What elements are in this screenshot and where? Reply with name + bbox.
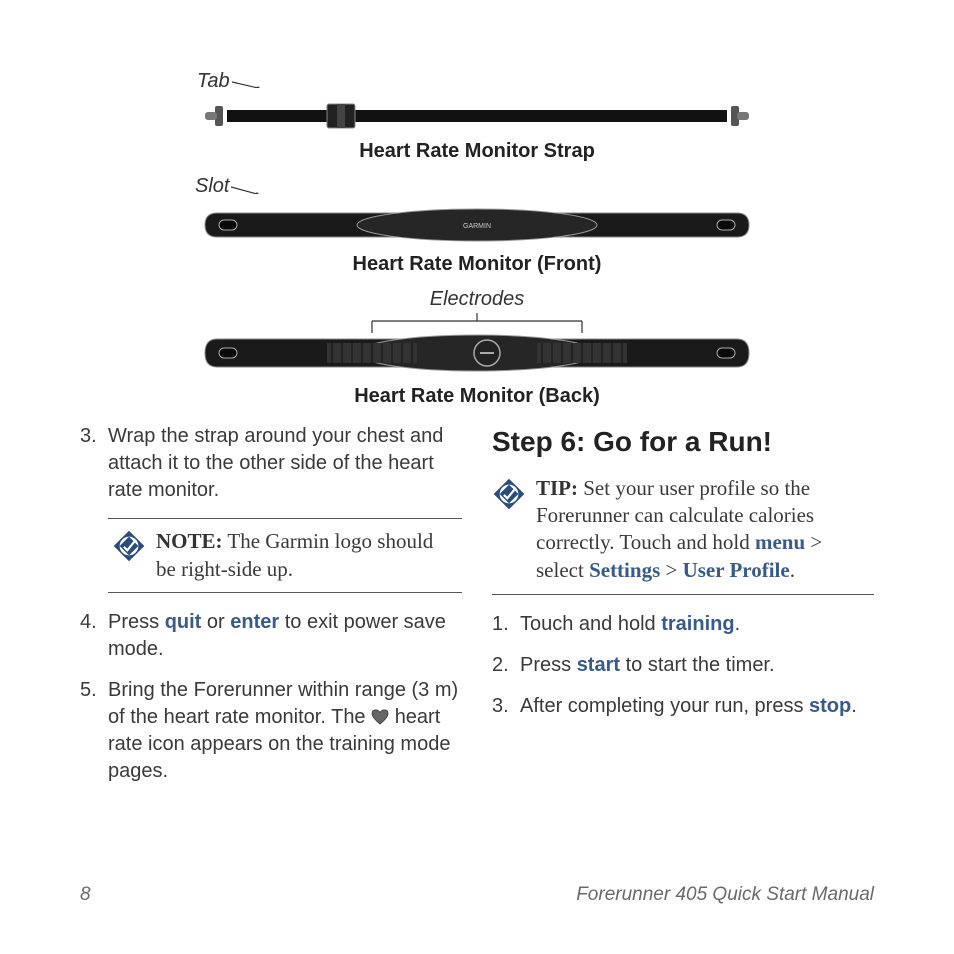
- strap-caption: Heart Rate Monitor Strap: [97, 140, 857, 163]
- diagram-section: Tab Heart Rate Monitor Strap Slot GARMIN…: [97, 70, 857, 408]
- step-3: 3. Wrap the strap around your chest and …: [80, 423, 462, 504]
- step-text: Touch and hold training.: [520, 611, 874, 638]
- tip-badge-icon: [492, 477, 526, 511]
- kw-quit: quit: [165, 611, 202, 633]
- step-text: Press quit or enter to exit power save m…: [108, 609, 462, 663]
- step-5: 5. Bring the Forerunner within range (3 …: [80, 677, 462, 785]
- step-number: 1.: [492, 611, 520, 638]
- front-illustration: GARMIN: [197, 201, 757, 249]
- note-content: NOTE: The Garmin logo should be right-si…: [156, 527, 458, 584]
- page-footer: 8 Forerunner 405 Quick Start Manual: [80, 884, 874, 906]
- kw-settings: Settings: [589, 558, 660, 582]
- step-text: After completing your run, press stop.: [520, 693, 874, 720]
- step-2: 2. Press start to start the timer.: [492, 652, 874, 679]
- back-caption: Heart Rate Monitor (Back): [97, 385, 857, 408]
- kw-user-profile: User Profile: [683, 558, 790, 582]
- step-number: 4.: [80, 609, 108, 663]
- step-number: 3.: [80, 423, 108, 504]
- step-text: Bring the Forerunner within range (3 m) …: [108, 677, 462, 785]
- slot-label: Slot: [195, 175, 229, 198]
- manual-title: Forerunner 405 Quick Start Manual: [576, 884, 874, 906]
- step-text: Wrap the strap around your chest and att…: [108, 423, 462, 504]
- strap-illustration: [197, 96, 757, 136]
- step-text: Press start to start the timer.: [520, 652, 874, 679]
- step-number: 3.: [492, 693, 520, 720]
- kw-stop: stop: [809, 695, 851, 717]
- kw-start: start: [577, 654, 620, 676]
- tip-box: TIP: Set your user profile so the Foreru…: [492, 471, 874, 595]
- front-diagram: Slot GARMIN Heart Rate Monitor (Front): [97, 175, 857, 276]
- step6-heading: Step 6: Go for a Run!: [492, 423, 874, 461]
- step-number: 2.: [492, 652, 520, 679]
- heart-rate-icon: [371, 709, 389, 725]
- step-3r: 3. After completing your run, press stop…: [492, 693, 874, 720]
- tip-content: TIP: Set your user profile so the Foreru…: [536, 475, 870, 584]
- step-number: 5.: [80, 677, 108, 785]
- step-4: 4. Press quit or enter to exit power sav…: [80, 609, 462, 663]
- note-box: NOTE: The Garmin logo should be right-si…: [108, 518, 462, 593]
- kw-enter: enter: [230, 611, 279, 633]
- back-illustration: [197, 311, 757, 381]
- right-column: Step 6: Go for a Run! TIP: Set your user…: [492, 423, 874, 799]
- left-column: 3. Wrap the strap around your chest and …: [80, 423, 462, 799]
- kw-training: training: [661, 613, 734, 635]
- note-label: NOTE:: [156, 529, 223, 553]
- svg-text:GARMIN: GARMIN: [463, 223, 491, 230]
- content-columns: 3. Wrap the strap around your chest and …: [80, 423, 874, 799]
- strap-diagram: Tab Heart Rate Monitor Strap: [97, 70, 857, 163]
- note-badge-icon: [112, 529, 146, 563]
- back-diagram: Electrodes Heart Rate Monitor (Back): [97, 288, 857, 408]
- step-1: 1. Touch and hold training.: [492, 611, 874, 638]
- tab-label: Tab: [197, 70, 230, 93]
- tip-label: TIP:: [536, 476, 578, 500]
- electrodes-label: Electrodes: [430, 288, 525, 310]
- kw-menu: menu: [755, 530, 805, 554]
- front-caption: Heart Rate Monitor (Front): [97, 253, 857, 276]
- page-number: 8: [80, 884, 91, 906]
